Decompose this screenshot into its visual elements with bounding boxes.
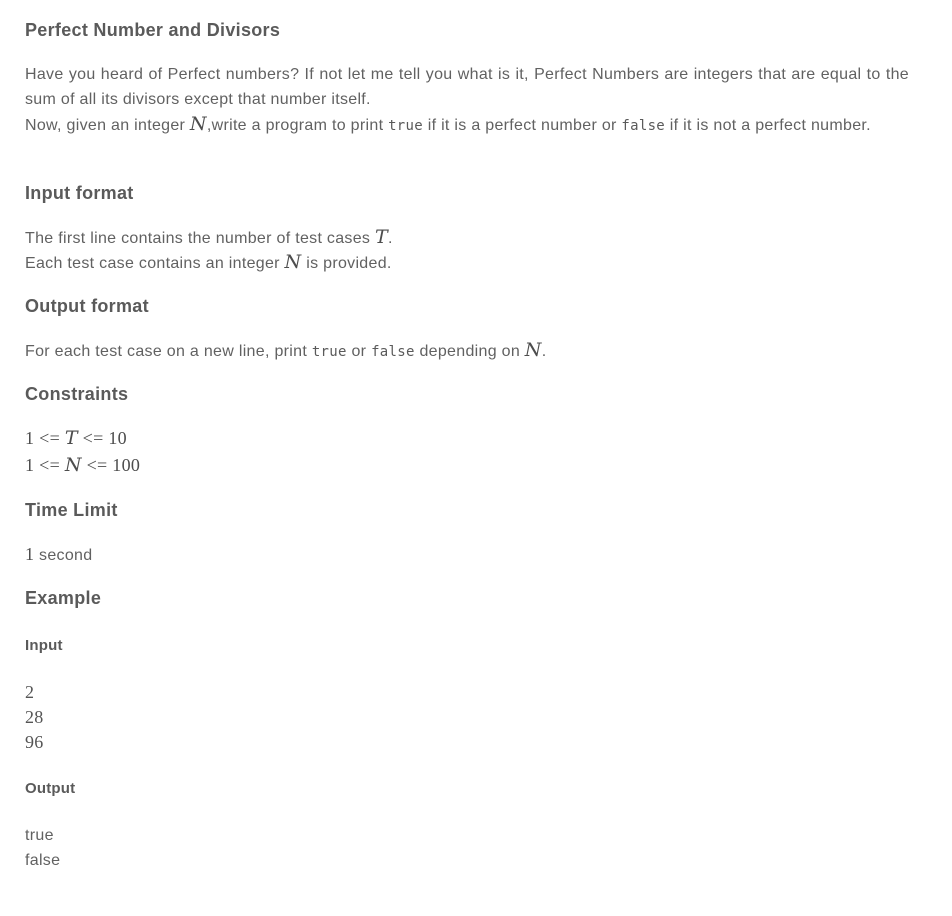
- example-input-line: 2: [25, 682, 35, 702]
- page-title: Perfect Number and Divisors: [25, 20, 281, 40]
- example-input-line: 28: [25, 707, 44, 727]
- output-format-line: For each test case on a new line, print …: [25, 339, 547, 361]
- example-output-heading: Output: [25, 780, 76, 797]
- description-paragraph: Have you heard of Perfect numbers? If no…: [25, 66, 909, 135]
- output-format-heading: Output format: [25, 296, 149, 316]
- time-limit-heading: Time Limit: [25, 500, 118, 520]
- input-format-line1: The first line contains the number of te…: [25, 226, 393, 248]
- code-true: true: [311, 344, 347, 360]
- description-line1: Have you heard of Perfect numbers? If no…: [25, 66, 909, 108]
- example-output-line: false: [25, 852, 61, 869]
- example-input-line: 96: [25, 732, 44, 752]
- variable-t: T: [374, 226, 388, 248]
- variable-n: N: [524, 339, 542, 361]
- input-format-line2: Each test case contains an integer N is …: [25, 251, 392, 273]
- time-limit-value: 1 second: [25, 544, 93, 564]
- variable-n: N: [284, 251, 302, 273]
- variable-n: N: [189, 113, 207, 135]
- example-input-heading: Input: [25, 637, 63, 654]
- constraints-heading: Constraints: [25, 384, 129, 404]
- code-false: false: [621, 118, 666, 134]
- code-false: false: [371, 344, 415, 360]
- code-true: true: [388, 118, 423, 134]
- example-output-line: true: [25, 827, 54, 844]
- input-format-heading: Input format: [25, 183, 134, 203]
- constraint-t: 1 <= T <= 10: [25, 427, 127, 449]
- constraint-n: 1 <= N <= 100: [25, 454, 141, 476]
- example-heading: Example: [25, 588, 102, 608]
